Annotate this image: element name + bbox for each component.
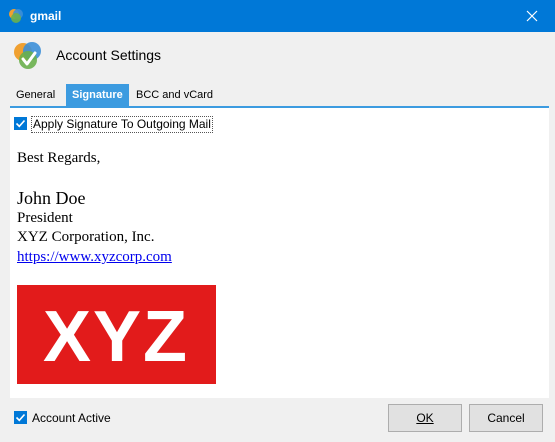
close-button[interactable] — [509, 0, 555, 32]
apply-signature-label[interactable]: Apply Signature To Outgoing Mail — [31, 116, 213, 133]
signature-role: President — [17, 210, 73, 226]
checkmark-icon — [15, 413, 26, 422]
signature-name: John Doe — [17, 188, 86, 208]
account-settings-icon — [14, 42, 41, 69]
ok-button-label: OK — [416, 411, 434, 425]
window-title: gmail — [30, 9, 62, 23]
signature-link[interactable]: https://www.xyzcorp.com — [17, 249, 172, 266]
apply-signature-checkbox[interactable] — [14, 117, 27, 130]
app-icon — [9, 9, 23, 23]
tab-signature[interactable]: Signature — [66, 84, 129, 106]
page-title: Account Settings — [56, 47, 162, 63]
tab-general[interactable]: General — [10, 84, 61, 106]
tab-bcc-vcard[interactable]: BCC and vCard — [130, 84, 219, 106]
checkmark-icon — [15, 119, 26, 128]
signature-regards: Best Regards, — [17, 150, 101, 166]
title-bar: gmail — [0, 0, 555, 32]
account-active-label[interactable]: Account Active — [32, 411, 111, 425]
close-icon — [526, 10, 538, 22]
logo-text: XYZ — [43, 297, 189, 377]
cancel-button[interactable]: Cancel — [469, 404, 543, 432]
ok-button[interactable]: OK — [388, 404, 462, 432]
account-active-checkbox[interactable] — [14, 411, 27, 424]
signature-company: XYZ Corporation, Inc. — [17, 229, 155, 245]
xyz-logo: XYZ — [17, 285, 216, 384]
